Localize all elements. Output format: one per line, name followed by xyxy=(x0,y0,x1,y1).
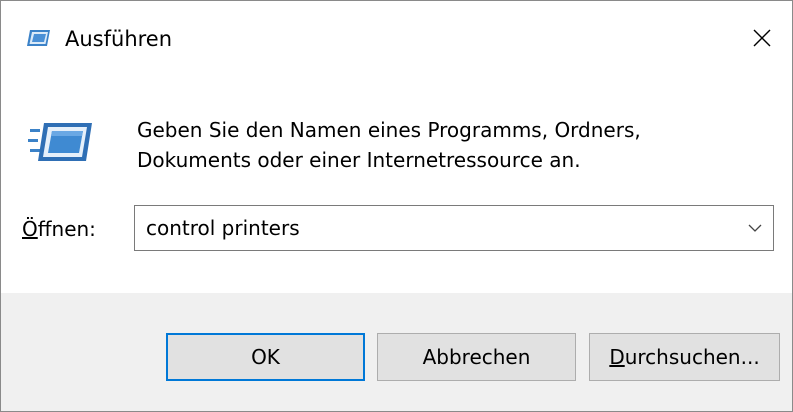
close-button[interactable] xyxy=(732,1,792,75)
dropdown-button[interactable] xyxy=(737,206,773,250)
open-combobox[interactable] xyxy=(134,205,774,251)
cancel-button[interactable]: Abbrechen xyxy=(377,333,576,381)
title-bar: Ausführen xyxy=(1,1,792,75)
open-label: Öffnen: xyxy=(22,215,96,243)
description-line: Geben Sie den Namen eines Programms, Ord… xyxy=(137,118,641,142)
ok-button[interactable]: OK xyxy=(166,333,365,381)
window-title: Ausführen xyxy=(65,27,173,51)
open-label-accesskey: Ö xyxy=(22,217,38,241)
open-input[interactable] xyxy=(146,206,726,250)
run-dialog: Ausführen Geben Sie den Namen eines Prog… xyxy=(0,0,793,412)
description-line: Dokuments oder einer Internetressource a… xyxy=(137,148,581,172)
browse-button[interactable]: Durchsuchen... xyxy=(589,333,780,381)
description: Geben Sie den Namen eines Programms, Ord… xyxy=(137,115,757,175)
browse-accesskey: D xyxy=(609,345,625,369)
close-icon xyxy=(753,29,771,47)
button-bar: OK Abbrechen Durchsuchen... xyxy=(1,293,792,411)
run-icon xyxy=(28,119,94,165)
run-icon xyxy=(25,27,51,49)
browse-label: urchsuchen... xyxy=(624,345,760,369)
open-label-text: ffnen: xyxy=(37,217,96,241)
chevron-down-icon xyxy=(748,224,762,232)
